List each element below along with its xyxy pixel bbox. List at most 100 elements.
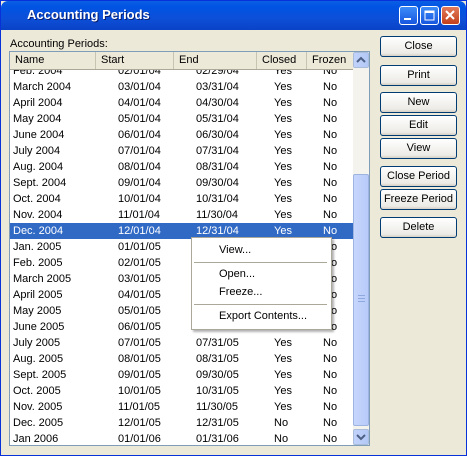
table-row[interactable]: Sept. 2004 09/01/04 09/30/04 Yes No <box>10 175 354 191</box>
cell-name: Jan 2006 <box>13 433 59 445</box>
cell-end: 09/30/05 <box>196 369 239 381</box>
minimize-button[interactable] <box>399 6 418 25</box>
cell-start: 01/01/05 <box>118 241 161 253</box>
table-row[interactable]: Sept. 2005 09/01/05 09/30/05 Yes No <box>10 367 354 383</box>
maximize-button[interactable] <box>420 6 439 25</box>
cell-name: Oct. 2005 <box>13 385 61 397</box>
cell-name: June 2005 <box>13 321 65 333</box>
cell-frozen: No <box>323 81 338 93</box>
cell-end: 07/31/04 <box>196 145 239 157</box>
cell-frozen: No <box>323 113 338 125</box>
cell-closed: Yes <box>274 97 292 109</box>
table-row[interactable]: April 2004 04/01/04 04/30/04 Yes No <box>10 95 354 111</box>
table-row[interactable]: Oct. 2005 10/01/05 10/31/05 Yes No <box>10 383 354 399</box>
close-period-button[interactable]: Close Period <box>380 166 457 187</box>
table-row[interactable]: Oct. 2004 10/01/04 10/31/04 Yes No <box>10 191 354 207</box>
cell-start: 05/01/05 <box>118 305 161 317</box>
cell-end: 06/30/04 <box>196 129 239 141</box>
cell-frozen: No <box>323 353 338 365</box>
print-button[interactable]: Print <box>380 65 457 86</box>
table-row[interactable]: July 2004 07/01/04 07/31/04 Yes No <box>10 143 354 159</box>
column-header-closed[interactable]: Closed <box>257 52 307 69</box>
column-header-start[interactable]: Start <box>96 52 174 69</box>
table-row[interactable]: May 2004 05/01/04 05/31/04 Yes No <box>10 111 354 127</box>
cell-frozen: No <box>323 70 338 77</box>
cell-name: March 2004 <box>13 81 72 93</box>
freeze-period-button[interactable]: Freeze Period <box>380 189 457 210</box>
table-row[interactable]: Feb. 2004 02/01/04 02/29/04 Yes No <box>10 70 354 79</box>
column-header-end[interactable]: End <box>174 52 257 69</box>
cell-name: May 2004 <box>13 113 62 125</box>
cell-start: 11/01/05 <box>118 401 161 413</box>
cell-end: 05/31/04 <box>196 113 239 125</box>
table-row[interactable]: June 2004 06/01/04 06/30/04 Yes No <box>10 127 354 143</box>
menu-item-view[interactable]: View... <box>192 241 329 259</box>
cell-closed: Yes <box>274 209 292 221</box>
cell-closed: Yes <box>274 161 292 173</box>
cell-end: 10/31/05 <box>196 385 239 397</box>
menu-item-open[interactable]: Open... <box>192 265 329 283</box>
cell-end: 09/30/04 <box>196 177 239 189</box>
scrollbar-thumb[interactable] <box>353 174 369 426</box>
table-row[interactable]: Nov. 2004 11/01/04 11/30/04 Yes No <box>10 207 354 223</box>
cell-frozen: No <box>323 337 338 349</box>
maximize-icon <box>424 10 435 21</box>
close-window-button[interactable] <box>441 6 460 25</box>
table-row[interactable]: Nov. 2005 11/01/05 11/30/05 Yes No <box>10 399 354 415</box>
column-header-name[interactable]: Name <box>10 52 96 69</box>
cell-name: July 2005 <box>13 337 61 349</box>
table-row[interactable]: Aug. 2005 08/01/05 08/31/05 Yes No <box>10 351 354 367</box>
cell-start: 03/01/04 <box>118 81 161 93</box>
edit-button[interactable]: Edit <box>380 115 457 136</box>
thumb-grip <box>358 301 365 302</box>
menu-separator <box>194 262 327 263</box>
cell-end: 08/31/04 <box>196 161 239 173</box>
cell-name: Oct. 2004 <box>13 193 61 205</box>
cell-start: 05/01/04 <box>118 113 161 125</box>
cell-closed: Yes <box>274 401 292 413</box>
vertical-scrollbar[interactable] <box>353 52 369 445</box>
view-button[interactable]: View <box>380 138 457 159</box>
cell-name: March 2005 <box>13 273 72 285</box>
cell-frozen: No <box>323 417 338 429</box>
cell-name: Dec. 2005 <box>13 417 64 429</box>
cell-name: Nov. 2005 <box>13 401 63 413</box>
menu-item-freeze[interactable]: Freeze... <box>192 283 329 301</box>
close-button[interactable]: Close <box>380 36 457 57</box>
cell-frozen: No <box>323 129 338 141</box>
list-header: Name Start End Closed Frozen <box>10 52 354 70</box>
minimize-icon <box>404 18 411 20</box>
table-row[interactable]: Dec. 2005 12/01/05 12/31/05 No No <box>10 415 354 431</box>
menu-item-export-contents[interactable]: Export Contents... <box>192 307 329 325</box>
cell-closed: Yes <box>274 70 292 77</box>
cell-name: Feb. 2004 <box>13 70 63 77</box>
cell-closed: No <box>274 417 289 429</box>
menu-separator <box>194 304 327 305</box>
cell-closed: Yes <box>274 337 292 349</box>
cell-closed: Yes <box>274 385 292 397</box>
cell-start: 08/01/04 <box>118 161 161 173</box>
table-row[interactable]: Jan 2006 01/01/06 01/31/06 No No <box>10 431 354 445</box>
cell-name: May 2005 <box>13 305 62 317</box>
cell-frozen: No <box>323 193 338 205</box>
cell-start: 11/01/04 <box>118 209 161 221</box>
list-label: Accounting Periods: <box>10 38 108 50</box>
cell-name: Jan. 2005 <box>13 241 62 253</box>
scroll-up-button[interactable] <box>353 52 369 68</box>
delete-button[interactable]: Delete <box>380 217 457 238</box>
table-row[interactable]: July 2005 07/01/05 07/31/05 Yes No <box>10 335 354 351</box>
title-bar[interactable]: Accounting Periods <box>1 1 466 30</box>
cell-end: 03/31/04 <box>196 81 239 93</box>
cell-end: 01/31/06 <box>196 433 239 445</box>
arrow-up-icon <box>356 56 366 63</box>
table-row[interactable]: Aug. 2004 08/01/04 08/31/04 Yes No <box>10 159 354 175</box>
cell-end: 12/31/05 <box>196 417 239 429</box>
cell-start: 02/01/05 <box>118 257 161 269</box>
cell-closed: Yes <box>274 193 292 205</box>
scroll-down-button[interactable] <box>353 429 369 445</box>
cell-frozen: No <box>323 177 338 189</box>
table-row[interactable]: March 2004 03/01/04 03/31/04 Yes No <box>10 79 354 95</box>
new-button[interactable]: New <box>380 92 457 113</box>
cell-end: 02/29/04 <box>196 70 239 77</box>
column-header-frozen[interactable]: Frozen <box>307 52 354 69</box>
